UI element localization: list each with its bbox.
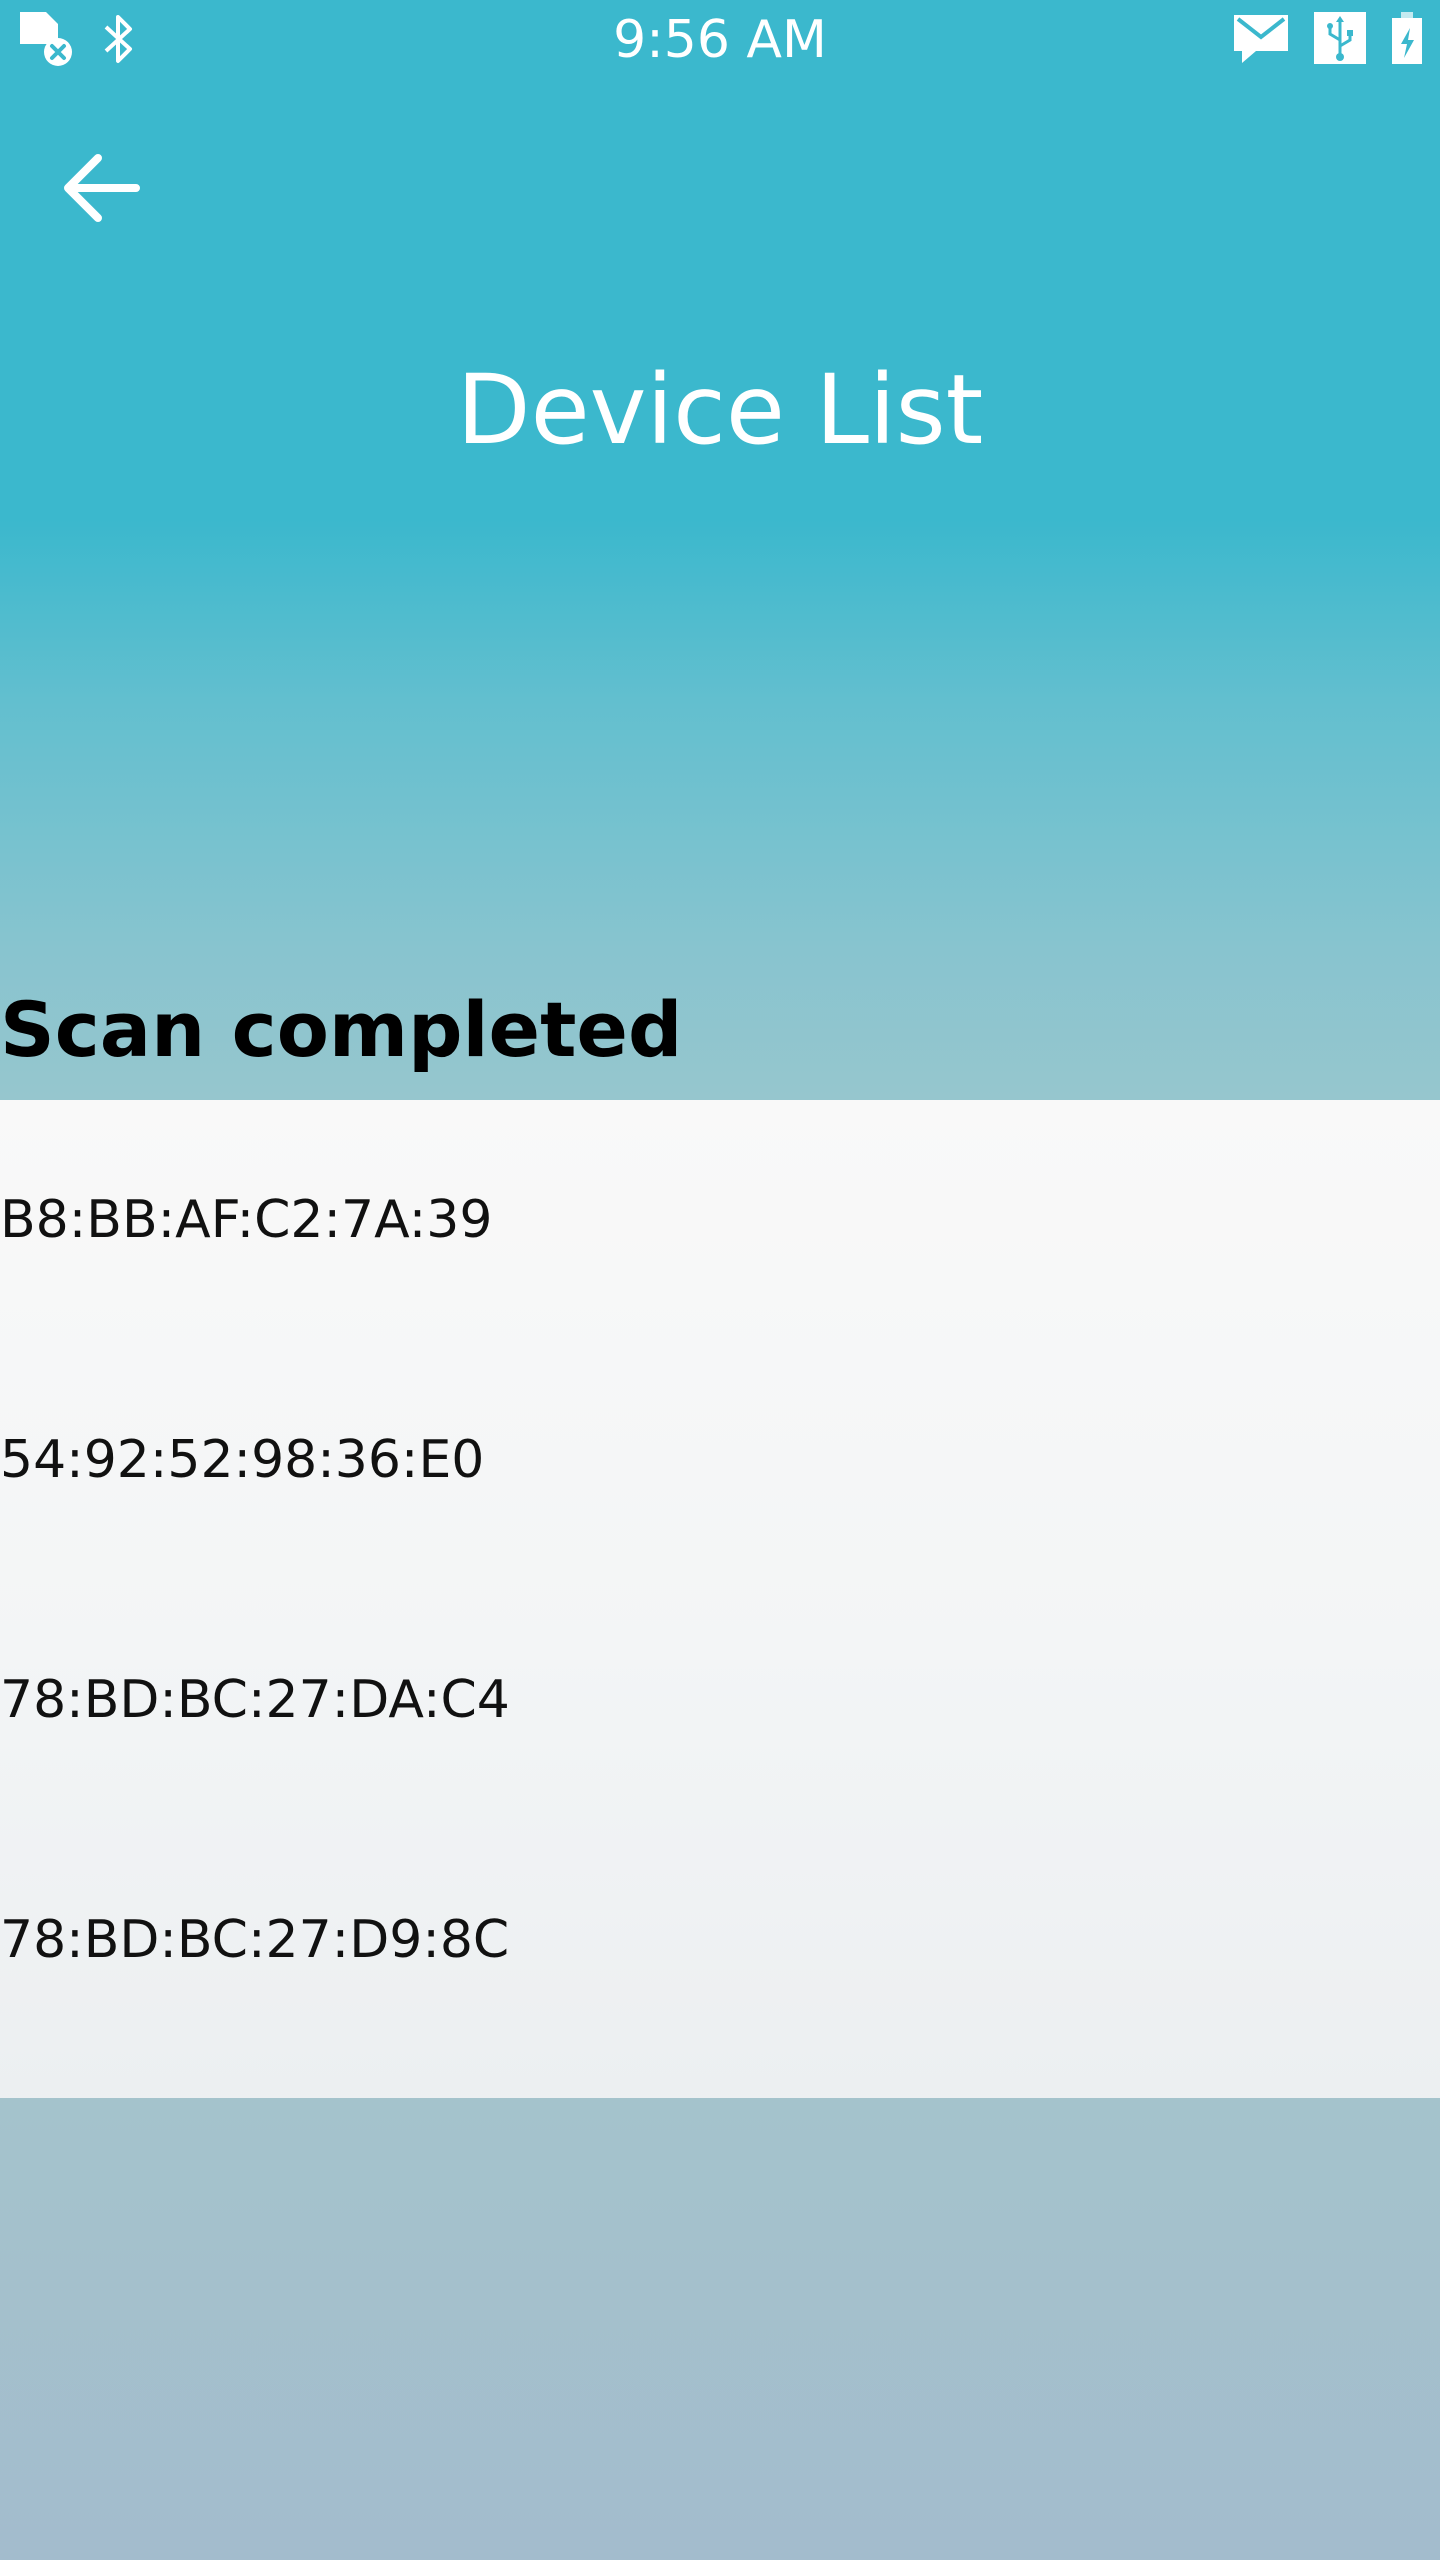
status-icons-right — [1232, 10, 1424, 70]
device-list-item[interactable]: 78:BD:BC:27:DA:C4 — [0, 1580, 1440, 1820]
arrow-left-icon — [58, 150, 142, 230]
device-list: B8:BB:AF:C2:7A:39 54:92:52:98:36:E0 78:B… — [0, 1100, 1440, 2098]
usb-icon — [1312, 10, 1368, 70]
device-address: B8:BB:AF:C2:7A:39 — [0, 1190, 493, 1250]
device-address: 78:BD:BC:27:DA:C4 — [0, 1670, 510, 1730]
scan-status-text: Scan completed — [0, 985, 683, 1074]
mail-icon — [1232, 11, 1290, 69]
page-title: Device List — [456, 354, 984, 466]
battery-charging-icon — [1390, 10, 1424, 70]
device-address: 78:BD:BC:27:D9:8C — [0, 1910, 510, 1970]
status-time: 9:56 AM — [613, 10, 827, 70]
device-list-item[interactable]: B8:BB:AF:C2:7A:39 — [0, 1100, 1440, 1340]
device-list-item[interactable]: 78:BD:BC:27:D9:8C — [0, 1820, 1440, 2060]
status-bar: 9:56 AM — [0, 0, 1440, 80]
device-address: 54:92:52:98:36:E0 — [0, 1430, 485, 1490]
device-list-item[interactable]: 54:92:52:98:36:E0 — [0, 1340, 1440, 1580]
back-button[interactable] — [44, 140, 156, 240]
